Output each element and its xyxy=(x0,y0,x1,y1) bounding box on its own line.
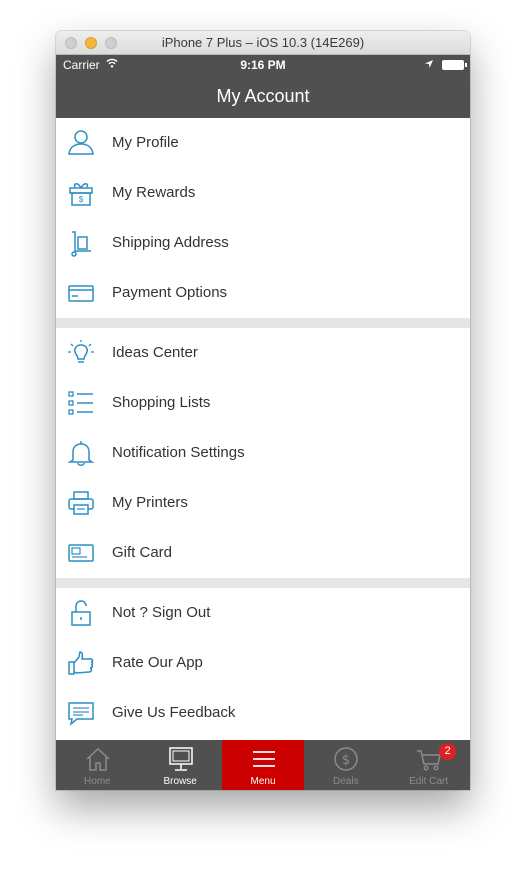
home-icon xyxy=(86,747,110,771)
menu-item-label: Notification Settings xyxy=(112,444,245,461)
menu-item-give-feedback[interactable]: Give Us Feedback xyxy=(56,688,470,738)
menu-item-my-rewards[interactable]: $ My Rewards xyxy=(56,168,470,218)
menu-item-label: My Rewards xyxy=(112,184,196,201)
unlock-icon xyxy=(71,600,91,626)
menu-item-label: Rate Our App xyxy=(112,654,203,671)
lightbulb-icon xyxy=(68,340,94,363)
svg-text:$: $ xyxy=(79,195,84,204)
thumbs-up-icon xyxy=(68,651,94,675)
status-time: 9:16 PM xyxy=(240,58,286,72)
section-divider xyxy=(56,318,470,328)
tab-edit-cart[interactable]: 2 Edit Cart xyxy=(387,740,470,790)
menu-item-label: Shopping Lists xyxy=(112,394,211,411)
printer-icon xyxy=(68,491,94,515)
tab-label: Browse xyxy=(163,776,197,787)
cart-count-badge: 2 xyxy=(439,743,457,760)
menu-item-my-printers[interactable]: My Printers xyxy=(56,478,470,528)
menu-item-sign-out[interactable]: Not ? Sign Out xyxy=(56,588,470,638)
menu-item-shopping-lists[interactable]: Shopping Lists xyxy=(56,378,470,428)
person-icon xyxy=(68,130,94,155)
section-divider xyxy=(56,578,470,588)
menu-item-payment-options[interactable]: Payment Options xyxy=(56,268,470,318)
menu-item-my-profile[interactable]: My Profile xyxy=(56,118,470,168)
menu-item-rate-our-app[interactable]: Rate Our App xyxy=(56,638,470,688)
menu-item-label: My Printers xyxy=(112,494,188,511)
tab-bar: Home Browse Menu $ Deals 2 Edit Cart xyxy=(56,740,470,790)
window-title: iPhone 7 Plus – iOS 10.3 (14E269) xyxy=(161,35,365,50)
battery-icon xyxy=(442,60,467,70)
simulator-window: iPhone 7 Plus – iOS 10.3 (14E269) Carrie… xyxy=(56,31,470,790)
menu-item-label: My Profile xyxy=(112,134,179,151)
tab-label: Edit Cart xyxy=(409,776,449,787)
tab-menu[interactable]: Menu xyxy=(221,740,305,790)
account-menu: My Profile $ My Rewards Shipping Address xyxy=(56,118,470,740)
status-bar: Carrier 9:16 PM xyxy=(56,55,470,75)
menu-item-notification-settings[interactable]: Notification Settings xyxy=(56,428,470,478)
nav-bar: My Account xyxy=(56,75,470,118)
hand-truck-icon xyxy=(71,231,91,257)
page-title: My Account xyxy=(216,86,310,106)
dollar-circle-icon: $ xyxy=(334,747,359,771)
menu-item-label: Not ? Sign Out xyxy=(112,604,211,621)
menu-item-label: Payment Options xyxy=(112,284,228,301)
menu-item-gift-card[interactable]: Gift Card xyxy=(56,528,470,578)
tab-home[interactable]: Home xyxy=(56,740,139,790)
list-icon xyxy=(68,391,93,415)
credit-card-icon xyxy=(68,285,94,302)
menu-icon xyxy=(252,751,275,767)
tab-label: Home xyxy=(84,776,111,787)
tab-label: Deals xyxy=(333,776,359,787)
menu-item-shipping-address[interactable]: Shipping Address xyxy=(56,218,470,268)
tab-deals[interactable]: $ Deals xyxy=(304,740,387,790)
window-titlebar: iPhone 7 Plus – iOS 10.3 (14E269) xyxy=(56,31,470,55)
tab-label: Menu xyxy=(250,776,276,787)
menu-item-label: Ideas Center xyxy=(112,344,198,361)
location-arrow-icon xyxy=(425,60,433,68)
gift-icon: $ xyxy=(69,183,93,206)
svg-text:$: $ xyxy=(342,753,350,768)
tab-browse[interactable]: Browse xyxy=(139,740,222,790)
menu-item-ideas-center[interactable]: Ideas Center xyxy=(56,328,470,378)
speech-bubble-icon xyxy=(68,702,94,726)
bell-icon xyxy=(67,441,95,466)
menu-item-label: Give Us Feedback xyxy=(112,704,236,721)
menu-item-label: Shipping Address xyxy=(112,234,229,251)
menu-item-label: Gift Card xyxy=(112,544,173,561)
monitor-icon xyxy=(169,747,193,771)
gift-card-icon xyxy=(68,544,94,562)
